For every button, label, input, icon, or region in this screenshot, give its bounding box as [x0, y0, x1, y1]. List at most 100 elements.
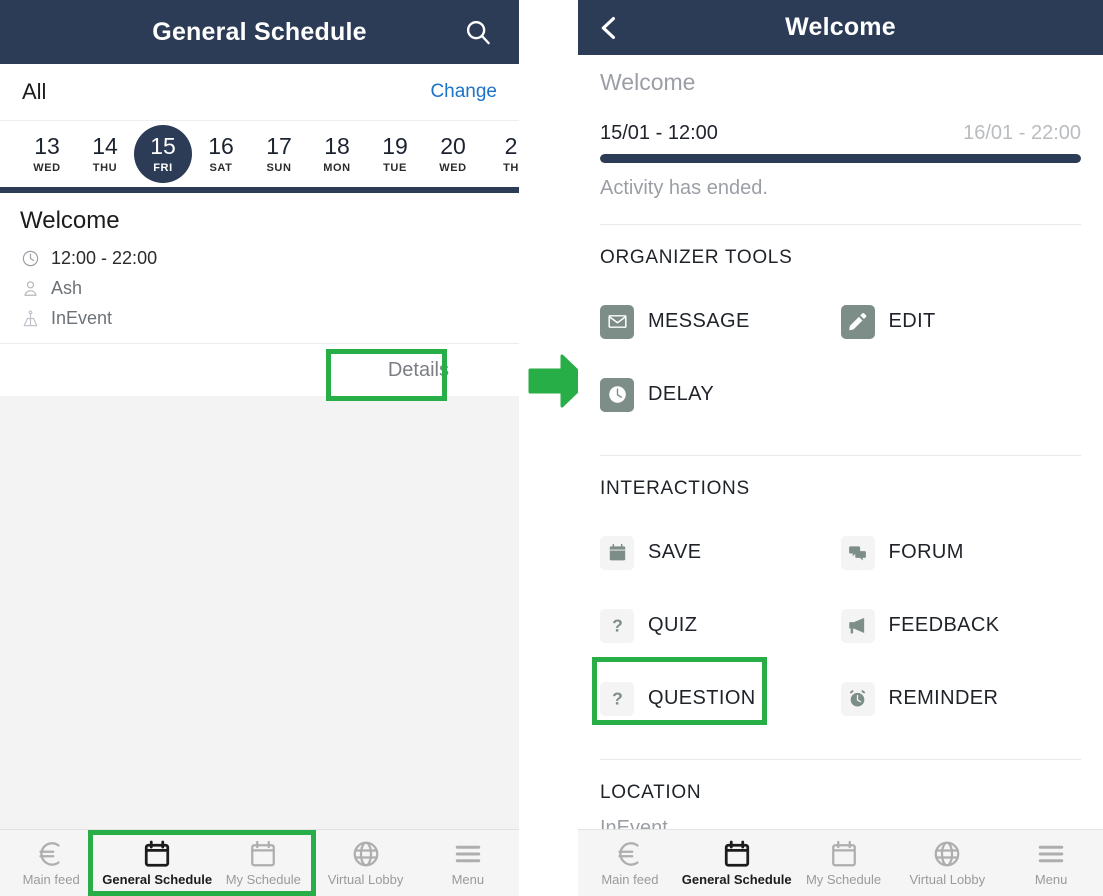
activity-progress-bar	[600, 154, 1081, 163]
date-cell-16[interactable]: 16 SAT	[192, 125, 250, 183]
date-cell-14[interactable]: 14 THU	[76, 125, 134, 183]
activity-status: Activity has ended.	[600, 177, 768, 199]
date-number: 2	[504, 133, 518, 160]
person-icon	[20, 278, 40, 298]
tool-delay[interactable]: DELAY	[600, 358, 841, 431]
tool-quiz[interactable]: ? QUIZ	[600, 589, 841, 662]
alarm-clock-icon[interactable]	[840, 681, 875, 716]
nav-item-my-schedule[interactable]: My Schedule	[792, 830, 896, 896]
date-cell-19[interactable]: 19 TUE	[366, 125, 424, 183]
nav-item-general-schedule[interactable]: General Schedule	[102, 830, 212, 896]
date-weekday: THU	[92, 161, 118, 174]
nav-item-my-schedule[interactable]: My Schedule	[212, 830, 314, 896]
tool-forum[interactable]: FORUM	[840, 516, 1082, 589]
calendar-save-icon[interactable]	[600, 535, 634, 570]
filter-bar: All Change	[0, 64, 519, 121]
question-mark-icon[interactable]: ?	[600, 608, 634, 643]
tool-label: QUIZ	[648, 614, 698, 636]
date-number: 18	[324, 133, 350, 160]
date-cell-17[interactable]: 17 SUN	[250, 125, 308, 183]
question-mark-icon[interactable]: ?	[600, 681, 634, 716]
date-cell-15[interactable]: 15 FRI	[134, 125, 192, 183]
nav-item-menu[interactable]: Menu	[999, 830, 1103, 896]
right-app-header: Welcome	[578, 0, 1103, 55]
chevron-left-icon[interactable]	[592, 11, 626, 45]
date-cell-2[interactable]: 2 TH	[482, 125, 519, 183]
nav-label: Virtual Lobby	[909, 872, 986, 887]
tool-feedback[interactable]: FEEDBACK	[840, 589, 1082, 662]
euro-icon	[615, 839, 645, 869]
nav-item-main-feed[interactable]: Main feed	[578, 830, 682, 896]
tool-save[interactable]: SAVE	[600, 516, 841, 589]
event-time: 12:00 - 22:00	[51, 247, 158, 268]
date-selector-strip[interactable]: 13 WED 14 THU 15 FRI 16 SAT 17 SUN 18 MON 19 TUE 20 WED…	[0, 121, 519, 187]
envelope-icon[interactable]	[600, 304, 634, 339]
nav-item-general-schedule[interactable]: General Schedule	[682, 830, 792, 896]
megaphone-icon[interactable]	[840, 608, 875, 643]
hamburger-icon	[453, 839, 483, 869]
nav-label: Main feed	[601, 872, 659, 887]
date-cell-18[interactable]: 18 MON	[308, 125, 366, 183]
tool-message[interactable]: MESSAGE	[600, 285, 841, 358]
right-bottom-navigation[interactable]: Main feed General Schedule My Schedule Virt…	[578, 829, 1103, 896]
date-weekday: SAT	[209, 161, 233, 174]
location-heading: LOCATION	[600, 782, 702, 803]
nav-label: Virtual Lobby	[327, 872, 404, 887]
event-location-row: InEvent	[20, 303, 499, 333]
left-phone-screen: General Schedule All Change 13 WED 14 THU 15…	[0, 0, 519, 896]
detail-page-title: Welcome	[785, 13, 896, 41]
change-filter-button[interactable]: Change	[430, 81, 497, 103]
chat-bubbles-icon[interactable]	[840, 535, 875, 570]
organizer-tools-heading: ORGANIZER TOOLS	[600, 247, 793, 268]
clock-icon[interactable]	[600, 377, 634, 412]
event-speaker-row: Ash	[20, 273, 499, 303]
nav-item-virtual-lobby[interactable]: Virtual Lobby	[314, 830, 416, 896]
event-card[interactable]: Welcome 12:00 - 22:00 Ash InEvent	[0, 193, 519, 343]
tool-reminder[interactable]: REMINDER	[840, 662, 1082, 735]
activity-progress-fill	[600, 154, 1081, 163]
interactions-heading: INTERACTIONS	[600, 478, 750, 499]
date-weekday: TUE	[383, 161, 407, 174]
section-divider-2	[600, 455, 1081, 456]
date-cell-13[interactable]: 13 WED	[18, 125, 76, 183]
tool-edit[interactable]: EDIT	[840, 285, 1082, 358]
calendar-icon	[248, 839, 278, 869]
nav-label: My Schedule	[225, 872, 301, 887]
highlight-box-details	[326, 349, 447, 401]
calendar-icon	[722, 839, 752, 869]
tool-label: SAVE	[648, 541, 702, 563]
search-icon[interactable]	[461, 15, 495, 49]
activity-name: Welcome	[600, 69, 696, 95]
pencil-icon[interactable]	[840, 304, 875, 339]
calendar-icon	[829, 839, 859, 869]
nav-label: General Schedule	[102, 872, 213, 887]
globe-icon	[932, 839, 962, 869]
date-number: 16	[208, 133, 234, 160]
tool-question[interactable]: ? QUESTION	[600, 662, 841, 735]
organizer-tools-grid: MESSAGE EDIT DELAY	[600, 285, 1081, 431]
calendar-icon	[142, 839, 172, 869]
hamburger-icon	[1036, 839, 1066, 869]
activity-end-time: 16/01 - 22:00	[963, 122, 1081, 144]
event-title: Welcome	[20, 207, 120, 234]
date-cell-20[interactable]: 20 WED	[424, 125, 482, 183]
nav-item-menu[interactable]: Menu	[417, 830, 519, 896]
map-location-icon	[20, 308, 40, 328]
date-weekday: SUN	[266, 161, 292, 174]
time-range-row: 15/01 - 12:00 16/01 - 22:00	[600, 122, 1081, 145]
svg-text:?: ?	[612, 689, 623, 709]
nav-item-virtual-lobby[interactable]: Virtual Lobby	[895, 830, 999, 896]
tool-label: EDIT	[888, 310, 936, 332]
left-bottom-navigation[interactable]: Main feed General Schedule My Schedule Virt…	[0, 829, 519, 896]
tool-label: FORUM	[888, 541, 964, 563]
nav-item-main-feed[interactable]: Main feed	[0, 830, 102, 896]
nav-label: Menu	[451, 872, 485, 887]
filter-current-value: All	[22, 79, 47, 104]
date-number: 14	[92, 133, 118, 160]
activity-start-time: 15/01 - 12:00	[600, 122, 718, 144]
date-number: 19	[382, 133, 408, 160]
tool-label: DELAY	[648, 383, 715, 405]
nav-label: My Schedule	[805, 872, 882, 887]
date-weekday: TH	[503, 161, 519, 174]
nav-label: General Schedule	[681, 872, 792, 887]
